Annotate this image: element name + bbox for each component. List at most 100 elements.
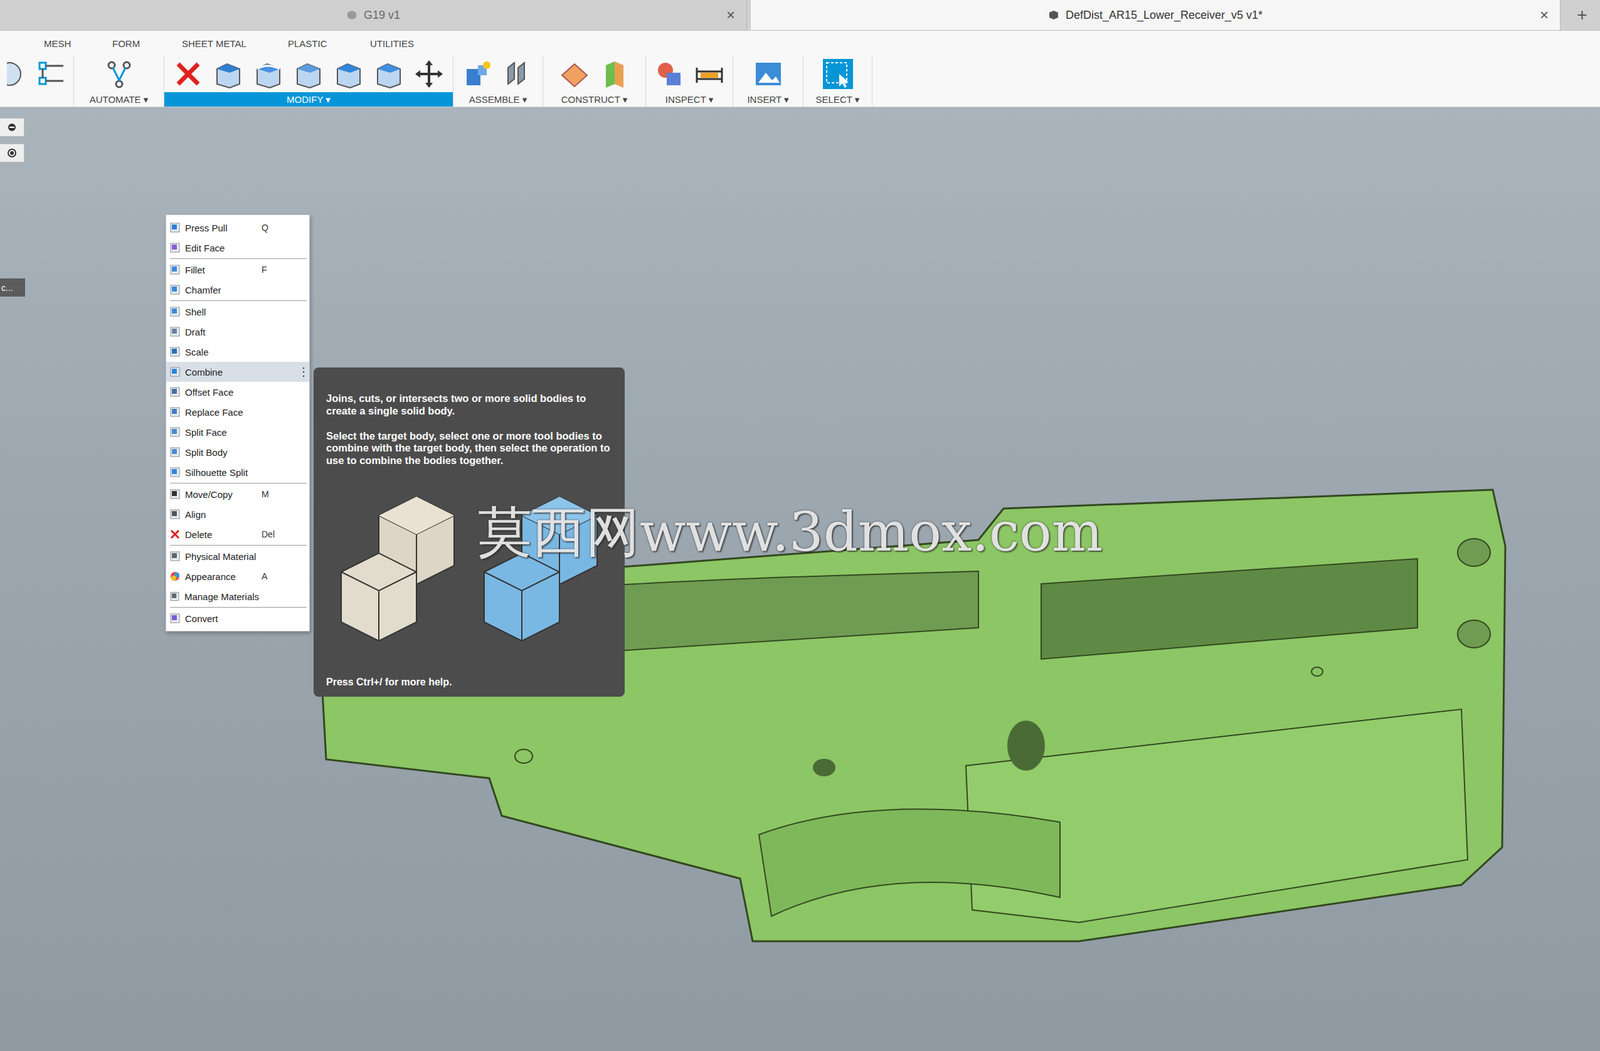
menu-item[interactable]: Chamfer [166, 279, 310, 300]
menu-separator [169, 607, 307, 608]
delete-icon[interactable] [173, 58, 204, 90]
toolbar: MESHFORMSHEET METALPLASTICUTILITIESAUTOM… [0, 30, 1600, 108]
inspect-icon[interactable] [654, 58, 685, 90]
delete-icon [169, 529, 181, 540]
select-icon[interactable] [822, 58, 853, 90]
tool-icon [169, 346, 181, 357]
radio-icon [6, 148, 17, 159]
plane-icon[interactable] [559, 58, 590, 90]
tool-groups: AUTOMATE ▾MODIFY ▾ASSEMBLE ▾CONSTRUCT ▾I… [0, 55, 1600, 107]
tool-icon [169, 447, 181, 458]
tool-icon [169, 326, 181, 337]
menu-item[interactable]: DeleteDel [166, 524, 310, 545]
joint-icon[interactable] [503, 58, 534, 90]
document-tab-bar: G19 v1×DefDist_AR15_Lower_Receiver_v5 v1… [0, 0, 1600, 31]
tooltip-footer: Press Ctrl+/ for more help. [326, 676, 613, 689]
modify-menu: Press PullQEdit FaceFilletFChamferShellD… [165, 214, 310, 632]
group-menu-button[interactable]: INSPECT ▾ [646, 92, 733, 107]
tool-icon [169, 386, 181, 398]
tool-group: INSPECT ▾ [646, 55, 734, 107]
move-icon[interactable] [413, 58, 445, 90]
menu-item[interactable]: Combine⋮ [166, 361, 310, 382]
tool-icon [169, 551, 181, 562]
group-menu-button[interactable]: ASSEMBLE ▾ [453, 92, 543, 107]
group-menu-button[interactable]: SELECT ▾ [803, 92, 872, 107]
browser-label[interactable]: c... [0, 278, 26, 297]
offset-icon[interactable] [373, 58, 404, 90]
menu-item[interactable]: Shell [166, 301, 310, 322]
menu-item[interactable]: Offset Face [166, 381, 310, 403]
tool-group: ASSEMBLE ▾ [453, 55, 544, 107]
menu-item[interactable]: Convert [166, 608, 310, 629]
tool-icon [169, 264, 181, 275]
workspace-tab[interactable]: UTILITIES [370, 38, 446, 49]
insert-icon[interactable] [753, 58, 784, 90]
group-menu-button[interactable]: CONSTRUCT ▾ [543, 92, 646, 107]
more-options-icon[interactable]: ⋮ [297, 365, 305, 379]
menu-item[interactable]: Move/CopyM [166, 484, 310, 505]
menu-item[interactable]: Manage Materials [166, 586, 310, 607]
tool-icon [169, 613, 181, 624]
sketch-icon[interactable] [6, 58, 27, 90]
menu-separator [169, 300, 307, 302]
fillet-icon[interactable] [253, 58, 284, 90]
menu-item[interactable]: Scale [166, 341, 310, 362]
tool-icon [169, 489, 181, 500]
tab-close-button[interactable]: × [726, 6, 736, 24]
menu-item[interactable]: Split Face [166, 422, 310, 443]
menu-item[interactable]: FilletF [166, 259, 310, 280]
menu-item[interactable]: Draft [166, 321, 310, 342]
menu-item[interactable]: Split Body [166, 442, 310, 463]
document-tab[interactable]: DefDist_AR15_Lower_Receiver_v5 v1*× [750, 0, 1561, 31]
menu-item[interactable]: Physical Material [166, 546, 310, 567]
tool-icon [169, 222, 181, 233]
combine-icon[interactable] [333, 58, 364, 90]
sketch-icon[interactable] [37, 58, 68, 90]
menu-item[interactable]: Align [166, 504, 310, 525]
tool-icon [169, 306, 181, 317]
appearance-icon [169, 571, 181, 582]
group-menu-button[interactable]: MODIFY ▾ [164, 92, 453, 107]
menu-separator [169, 545, 307, 546]
workspace-tab[interactable]: FORM [112, 38, 182, 49]
viewport[interactable]: c... Press PullQEdit FaceFilletFChamferSh… [0, 107, 1600, 1051]
tool-group: AUTOMATE ▾ [74, 55, 165, 107]
tool-icon [169, 407, 181, 418]
presspull-icon[interactable] [213, 58, 244, 90]
panel-button[interactable] [0, 143, 25, 163]
group-menu-button[interactable]: AUTOMATE ▾ [74, 92, 164, 107]
assemble-icon[interactable] [462, 58, 493, 90]
measure-icon[interactable] [694, 58, 725, 90]
tool-icon [169, 242, 181, 253]
tool-icon [169, 467, 181, 478]
tooltip-text: Select the target body, select one or mo… [326, 430, 613, 468]
shell-icon[interactable] [293, 58, 324, 90]
menu-item[interactable]: Replace Face [166, 402, 310, 423]
menu-separator [169, 482, 307, 484]
tool-group: INSERT ▾ [733, 55, 804, 107]
tool-icon [169, 591, 180, 602]
new-tab-button[interactable]: + [1564, 0, 1600, 31]
document-tab[interactable]: G19 v1× [0, 0, 748, 31]
workspace-tab[interactable]: MESH [43, 38, 113, 49]
menu-item[interactable]: Silhouette Split [166, 462, 310, 483]
tab-close-button[interactable]: × [1539, 6, 1549, 24]
workspace-tab[interactable]: SHEET METAL [181, 38, 288, 49]
tool-icon [169, 427, 181, 438]
automate-icon[interactable] [104, 58, 135, 90]
menu-item[interactable]: Edit Face [166, 237, 310, 258]
separate-cubes-icon [334, 496, 461, 660]
tool-group: SELECT ▾ [803, 55, 873, 107]
menu-item[interactable]: Press PullQ [166, 217, 310, 238]
workspace-tabs: MESHFORMSHEET METALPLASTICUTILITIES [0, 30, 1600, 56]
tool-icon [169, 366, 181, 377]
workspace-tab[interactable]: PLASTIC [287, 38, 371, 49]
tool-group: CONSTRUCT ▾ [543, 55, 647, 107]
document-icon [1048, 9, 1060, 21]
menu-item[interactable]: AppearanceA [166, 566, 310, 587]
watermark: 莫西网www.3dmox.com [477, 496, 1103, 570]
group-menu-button[interactable]: INSERT ▾ [733, 92, 803, 107]
menu-separator [169, 258, 307, 260]
axis-icon[interactable] [599, 58, 630, 90]
panel-button[interactable] [0, 117, 25, 137]
